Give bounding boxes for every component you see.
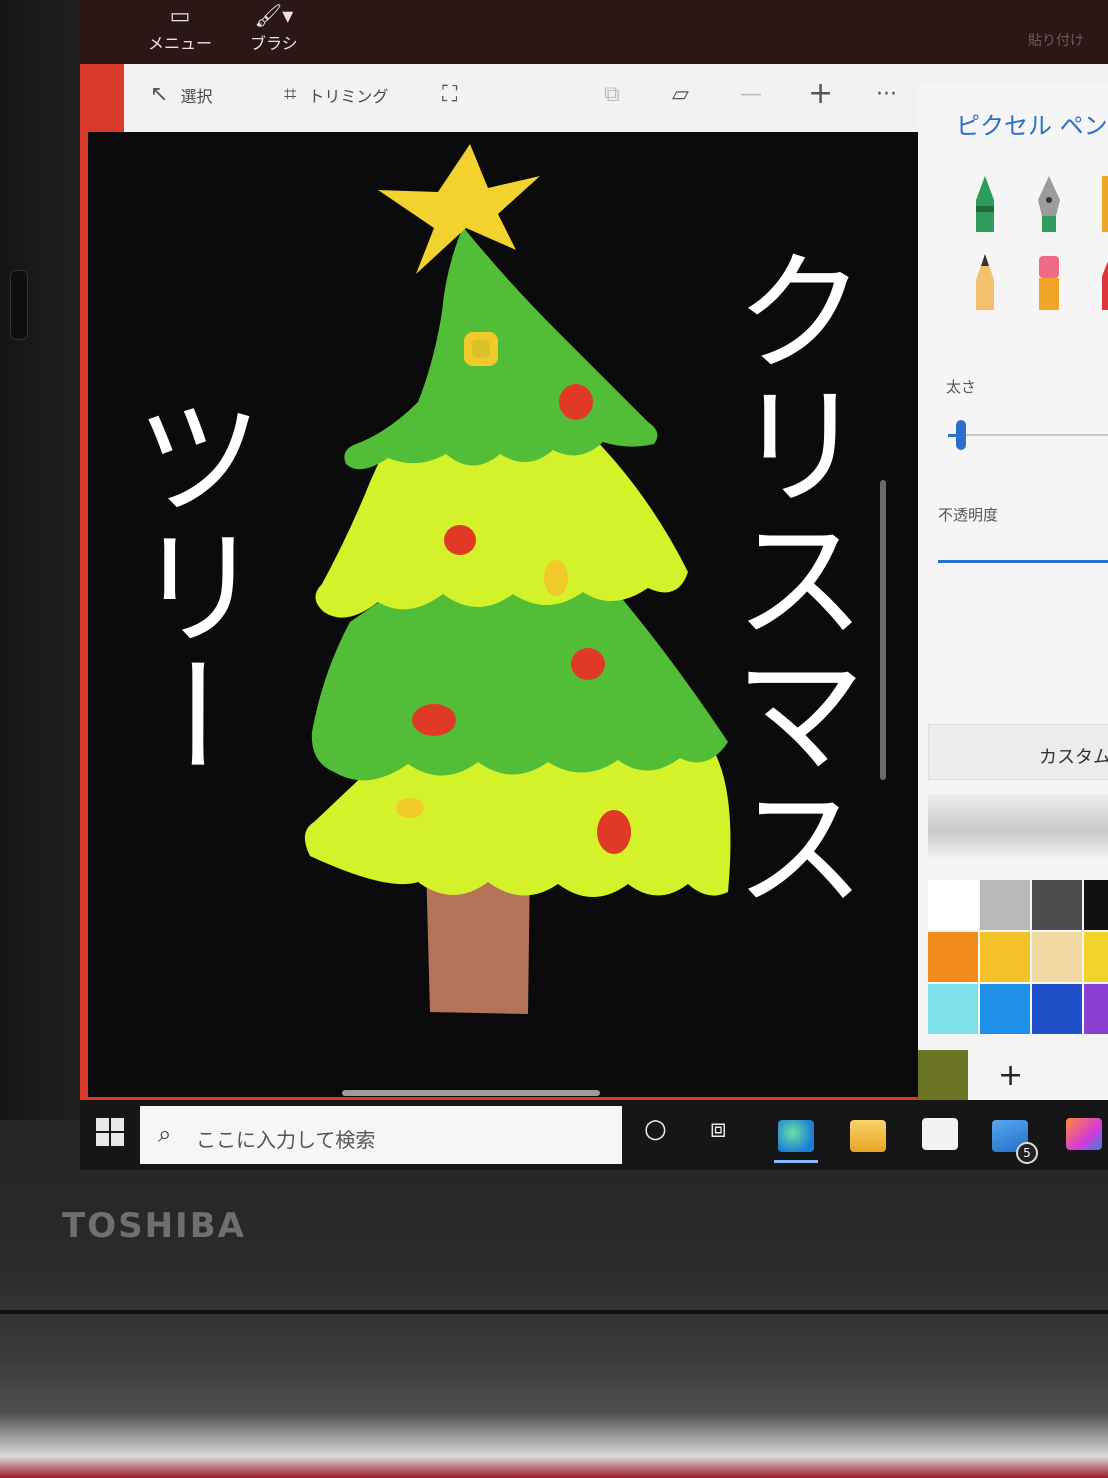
current-color-swatch[interactable]	[918, 1050, 968, 1100]
zoom-out-button[interactable]: —	[740, 82, 762, 107]
start-button[interactable]	[96, 1118, 126, 1148]
ornament-red-2	[444, 525, 476, 555]
brush-panel: ピクセル ペン 太さ 不透明度 カスタム +	[918, 84, 1108, 1134]
more-icon: ···	[876, 82, 897, 107]
palette-swatch[interactable]	[1032, 932, 1082, 982]
palette-swatch[interactable]	[928, 880, 978, 930]
trim-label: トリミング	[308, 86, 389, 106]
title-bar: ▭ メニュー 🖌▾ ブラシ 貼り付け	[80, 0, 1108, 64]
palette-swatch[interactable]	[1084, 984, 1108, 1034]
windows-logo-q4	[111, 1133, 124, 1146]
flag-button[interactable]: ▱	[672, 82, 689, 107]
handwriting-tree: ツリー	[112, 390, 264, 780]
3d-view-icon: ⧉	[604, 82, 620, 107]
drawing-svg: ツリー クリスマス	[88, 132, 924, 1097]
ornament-yellow-1-inner	[472, 340, 490, 358]
palette-swatch[interactable]	[1084, 932, 1108, 982]
custom-color-preview	[928, 794, 1108, 860]
brush-button[interactable]: 🖌▾ ブラシ	[250, 4, 298, 54]
opacity-label: 不透明度	[938, 506, 999, 524]
handwriting-christmas: クリスマス	[710, 242, 866, 912]
plus-icon: +	[808, 76, 834, 111]
ornament-yellow-3	[396, 798, 424, 818]
paste-button[interactable]: 貼り付け	[1028, 30, 1084, 50]
palette-swatch[interactable]	[980, 932, 1030, 982]
more-button[interactable]: ···	[876, 82, 897, 107]
taskbar-search[interactable]: ⌕ ここに入力して検索	[140, 1106, 622, 1164]
folder-icon: ▭	[169, 4, 191, 29]
trim-tool[interactable]: ⌗ トリミング	[284, 82, 388, 107]
eraser-icon[interactable]	[1034, 254, 1064, 312]
windows-logo-q3	[96, 1133, 109, 1146]
ornament-red-5	[597, 810, 631, 854]
brand-logo: TOSHIBA	[62, 1206, 246, 1246]
marker-brush-icon[interactable]	[970, 176, 1000, 234]
crayon-icon[interactable]	[1096, 254, 1108, 312]
windows-logo-q2	[111, 1118, 124, 1131]
menu-label: メニュー	[148, 34, 213, 53]
cortana-icon[interactable]: ○	[644, 1114, 667, 1144]
thickness-track[interactable]	[948, 434, 1108, 436]
search-icon: ⌕	[158, 1120, 172, 1148]
minus-icon: —	[740, 82, 762, 107]
brush-icon: 🖌▾	[254, 4, 294, 29]
task-view-icon[interactable]: ⧈	[710, 1114, 727, 1145]
cursor-icon: ↖	[150, 82, 169, 107]
bezel-notch	[10, 270, 28, 340]
drawing-canvas[interactable]: ツリー クリスマス	[88, 132, 924, 1097]
custom-label: カスタム	[1039, 747, 1108, 768]
vertical-scrollbar[interactable]	[880, 480, 886, 780]
palette-swatch[interactable]	[1032, 880, 1082, 930]
palette-swatch[interactable]	[1084, 880, 1108, 930]
select-label: 選択	[180, 86, 213, 106]
screen: ▭ メニュー 🖌▾ ブラシ 貼り付け ↖ 選択 ⌗ トリミング ⛶ ⧉ ▱ — …	[80, 0, 1108, 1170]
file-explorer-icon[interactable]	[850, 1120, 886, 1152]
palette-swatch[interactable]	[980, 984, 1030, 1034]
add-color-button[interactable]: +	[998, 1058, 1023, 1093]
edge-icon[interactable]	[778, 1120, 814, 1152]
edge-active-indicator	[774, 1160, 818, 1163]
ornament-red-4	[412, 704, 456, 736]
hinge-line	[0, 1310, 1108, 1314]
magic-select-tool[interactable]: ⛶	[442, 82, 457, 107]
select-tool[interactable]: ↖ 選択	[150, 82, 212, 107]
panel-title: ピクセル ペン	[956, 112, 1108, 140]
3d-view-button[interactable]: ⧉	[604, 82, 620, 107]
taskbar: ⌕ ここに入力して検索 ○ ⧈ 5	[80, 1100, 1108, 1170]
calligraphy-pen-icon[interactable]	[1034, 176, 1064, 234]
thickness-label: 太さ	[946, 378, 977, 396]
opacity-slider[interactable]	[938, 560, 1108, 563]
mail-badge: 5	[1016, 1142, 1038, 1164]
store-icon[interactable]	[922, 1118, 958, 1150]
paste-label: 貼り付け	[1028, 33, 1084, 49]
ornament-red-1	[559, 384, 593, 420]
flag-icon: ▱	[672, 82, 689, 107]
palette-swatch[interactable]	[980, 880, 1030, 930]
menu-button[interactable]: ▭ メニュー	[148, 4, 212, 54]
oil-brush-icon[interactable]	[1096, 176, 1108, 234]
custom-color-button[interactable]: カスタム	[928, 724, 1108, 780]
crop-icon: ⌗	[284, 82, 297, 107]
ornament-yellow-2	[544, 560, 568, 596]
palette-swatch[interactable]	[928, 984, 978, 1034]
horizontal-scrollbar[interactable]	[342, 1090, 600, 1096]
palette-swatch[interactable]	[928, 932, 978, 982]
brush-label: ブラシ	[250, 34, 298, 53]
pencil-icon[interactable]	[970, 254, 1000, 312]
zoom-in-button[interactable]: +	[808, 76, 833, 111]
search-placeholder: ここに入力して検索	[196, 1128, 376, 1152]
windows-logo-q1	[96, 1118, 109, 1131]
palette-swatch[interactable]	[1032, 984, 1082, 1034]
magic-select-icon: ⛶	[442, 82, 458, 107]
paint-3d-icon[interactable]	[1066, 1118, 1102, 1150]
thickness-slider[interactable]	[956, 420, 966, 450]
ornament-red-3	[571, 648, 605, 680]
laptop-chassis	[0, 1260, 1108, 1478]
